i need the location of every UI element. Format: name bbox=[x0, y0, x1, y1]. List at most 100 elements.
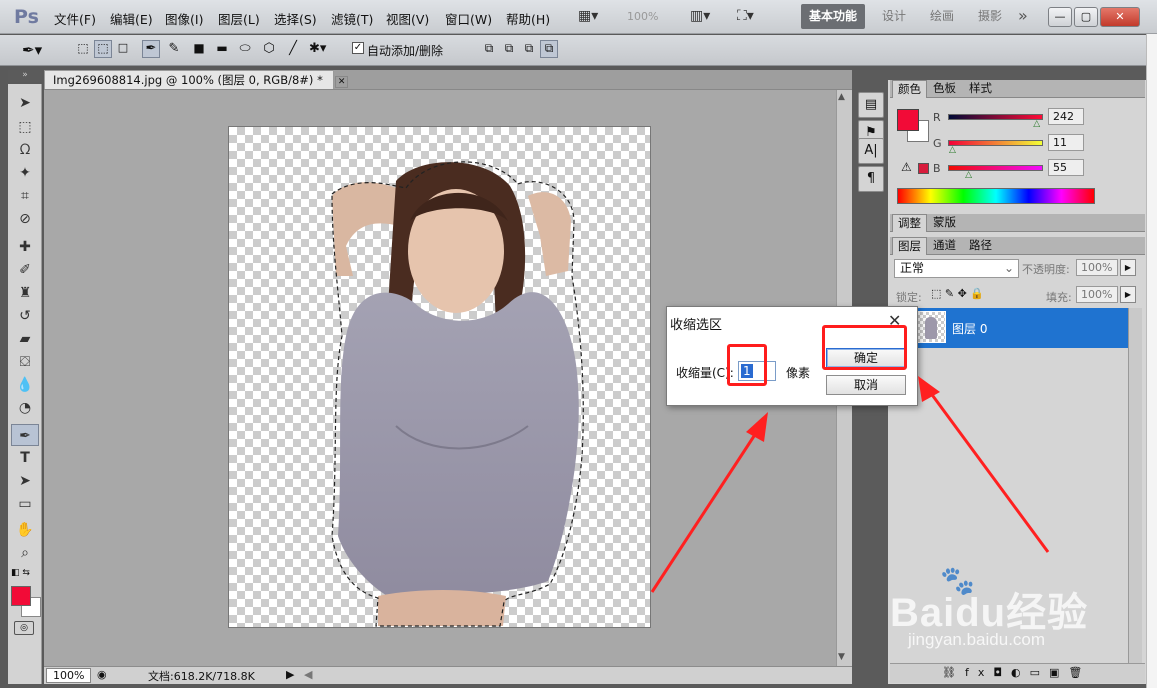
fill-arrow-icon[interactable]: ▶ bbox=[1120, 286, 1136, 303]
line-icon[interactable]: ╱ bbox=[284, 40, 302, 58]
gamut-warning-icon[interactable]: ⚠ bbox=[901, 160, 912, 174]
bridge-icon[interactable]: ▦▾ bbox=[578, 8, 598, 24]
workspace-painting[interactable]: 绘画 bbox=[922, 4, 962, 29]
paragraph-panel-icon[interactable]: ¶ bbox=[858, 166, 884, 192]
color-panel-fg-swatch[interactable] bbox=[897, 109, 919, 131]
close-button[interactable]: ✕ bbox=[1100, 7, 1140, 27]
polygon-icon[interactable]: ⬡ bbox=[260, 40, 278, 58]
path-exclude-icon[interactable]: ⧉ bbox=[540, 40, 558, 58]
eraser-tool-icon[interactable]: ▰ bbox=[11, 328, 39, 350]
b-slider-handle[interactable]: △ bbox=[965, 170, 972, 180]
dodge-tool-icon[interactable]: ◔ bbox=[11, 397, 39, 419]
shape-layers-icon[interactable]: ⬚ bbox=[74, 40, 92, 58]
marquee-tool-icon[interactable]: ⬚ bbox=[11, 116, 39, 138]
gamut-swatch[interactable] bbox=[918, 163, 929, 174]
clone-stamp-tool-icon[interactable]: ♜ bbox=[11, 282, 39, 304]
workspace-design[interactable]: 设计 bbox=[874, 4, 914, 29]
healing-brush-tool-icon[interactable]: ✚ bbox=[11, 236, 39, 258]
freeform-pen-icon[interactable]: ✎ bbox=[165, 40, 183, 58]
crop-tool-icon[interactable]: ⌗ bbox=[11, 185, 39, 207]
workspace-basic[interactable]: 基本功能 bbox=[801, 4, 866, 29]
fill-pixels-icon[interactable]: □ bbox=[114, 40, 132, 58]
custom-shape-icon[interactable]: ✱▾ bbox=[308, 40, 326, 58]
scroll-down-icon[interactable]: ▼ bbox=[838, 652, 845, 662]
minimize-button[interactable]: — bbox=[1048, 7, 1072, 27]
hand-tool-icon[interactable]: ✋ bbox=[11, 519, 39, 541]
path-intersect-icon[interactable]: ⧉ bbox=[520, 40, 538, 58]
r-slider[interactable] bbox=[948, 114, 1043, 120]
lock-icons[interactable]: ⬚ ✎ ✥ 🔒 bbox=[931, 287, 984, 300]
layers-scrollbar[interactable] bbox=[1128, 308, 1142, 663]
g-slider-handle[interactable]: △ bbox=[949, 145, 956, 155]
document-close-icon[interactable]: ✕ bbox=[334, 76, 349, 88]
menu-file[interactable]: 文件(F) bbox=[54, 9, 96, 28]
screen-mode-icon[interactable]: ⛶▾ bbox=[737, 8, 754, 24]
r-value[interactable]: 242 bbox=[1048, 108, 1084, 125]
path-subtract-icon[interactable]: ⧉ bbox=[500, 40, 518, 58]
menu-image[interactable]: 图像(I) bbox=[165, 9, 203, 28]
menu-edit[interactable]: 编辑(E) bbox=[110, 9, 153, 28]
opacity-arrow-icon[interactable]: ▶ bbox=[1120, 259, 1136, 276]
tab-styles[interactable]: 样式 bbox=[964, 80, 997, 98]
blend-mode-select[interactable]: 正常 ⌄ bbox=[894, 259, 1019, 278]
quick-select-tool-icon[interactable]: ✦ bbox=[11, 162, 39, 184]
zoom-field[interactable]: 100% bbox=[46, 668, 91, 683]
r-slider-handle[interactable]: △ bbox=[1033, 119, 1040, 129]
type-tool-icon[interactable]: T bbox=[11, 447, 39, 469]
rectangle-tool-icon[interactable]: ▭ bbox=[11, 493, 39, 515]
status-menu-arrow-icon[interactable]: ▶ bbox=[286, 668, 294, 681]
rounded-rect-icon[interactable]: ▬ bbox=[213, 40, 231, 58]
tab-masks[interactable]: 蒙版 bbox=[928, 214, 961, 232]
opacity-value[interactable]: 100% bbox=[1076, 259, 1118, 276]
arrange-icon[interactable]: ▥▾ bbox=[690, 8, 710, 24]
character-panel-icon[interactable]: A| bbox=[858, 138, 884, 164]
more-workspaces-icon[interactable]: » bbox=[1018, 6, 1028, 25]
tab-layers[interactable]: 图层 bbox=[892, 237, 927, 255]
rectangle-shape-icon[interactable]: ■ bbox=[190, 40, 208, 58]
paths-mode-icon[interactable]: ⬚ bbox=[94, 40, 112, 58]
history-brush-tool-icon[interactable]: ↺ bbox=[11, 305, 39, 327]
layer-name[interactable]: 图层 0 bbox=[952, 320, 987, 337]
menu-select[interactable]: 选择(S) bbox=[274, 9, 317, 28]
tab-channels[interactable]: 通道 bbox=[928, 237, 961, 255]
layers-footer-icons[interactable]: ⛓fx◘◐▭▣🗑 bbox=[890, 663, 1145, 683]
auto-add-delete-checkbox[interactable]: ✓ bbox=[352, 42, 364, 54]
b-value[interactable]: 55 bbox=[1048, 159, 1084, 176]
tab-paths[interactable]: 路径 bbox=[964, 237, 997, 255]
blur-tool-icon[interactable]: 💧 bbox=[11, 374, 39, 396]
color-spectrum-bar[interactable] bbox=[897, 188, 1095, 204]
tools-collapse-icon[interactable]: » bbox=[8, 70, 42, 82]
status-info-icon[interactable]: ◉ bbox=[97, 668, 107, 681]
g-value[interactable]: 11 bbox=[1048, 134, 1084, 151]
ellipse-icon[interactable]: ⬭ bbox=[236, 40, 254, 58]
menu-window[interactable]: 窗口(W) bbox=[445, 9, 492, 28]
brush-tool-icon[interactable]: ✐ bbox=[11, 259, 39, 281]
move-tool-icon[interactable]: ➤ bbox=[11, 92, 39, 114]
menu-view[interactable]: 视图(V) bbox=[386, 9, 429, 28]
paint-bucket-tool-icon[interactable]: ⛋ bbox=[11, 351, 39, 373]
pen-preset-icon[interactable]: ✒▾ bbox=[22, 41, 42, 59]
b-slider[interactable] bbox=[948, 165, 1043, 171]
pen-tool-active-icon[interactable]: ✒ bbox=[11, 424, 39, 446]
tab-color[interactable]: 颜色 bbox=[892, 80, 927, 98]
lasso-tool-icon[interactable]: ᘯ bbox=[11, 139, 39, 161]
fill-value[interactable]: 100% bbox=[1076, 286, 1118, 303]
history-panel-icon[interactable]: ▤ bbox=[858, 92, 884, 118]
path-select-tool-icon[interactable]: ➤ bbox=[11, 470, 39, 492]
menu-filter[interactable]: 滤镜(T) bbox=[331, 9, 373, 28]
menu-help[interactable]: 帮助(H) bbox=[506, 9, 550, 28]
zoom-tool-icon[interactable]: ⌕ bbox=[11, 542, 39, 564]
workspace-photography[interactable]: 摄影 bbox=[970, 4, 1010, 29]
path-combine-add-icon[interactable]: ⧉ bbox=[480, 40, 498, 58]
maximize-button[interactable]: ▢ bbox=[1074, 7, 1098, 27]
foreground-color-swatch[interactable] bbox=[11, 586, 31, 606]
eyedropper-tool-icon[interactable]: ⊘ bbox=[11, 208, 39, 230]
document-tab[interactable]: Img269608814.jpg @ 100% (图层 0, RGB/8#) *… bbox=[44, 70, 349, 89]
hscroll-left-icon[interactable]: ◀ bbox=[304, 668, 312, 681]
default-colors-icon[interactable]: ◧ ⇆ bbox=[11, 568, 30, 578]
scroll-up-icon[interactable]: ▲ bbox=[838, 92, 845, 102]
quick-mask-icon[interactable]: ◎ bbox=[14, 621, 34, 635]
pen-tool-icon[interactable]: ✒ bbox=[142, 40, 160, 58]
tab-swatches[interactable]: 色板 bbox=[928, 80, 961, 98]
g-slider[interactable] bbox=[948, 140, 1043, 146]
